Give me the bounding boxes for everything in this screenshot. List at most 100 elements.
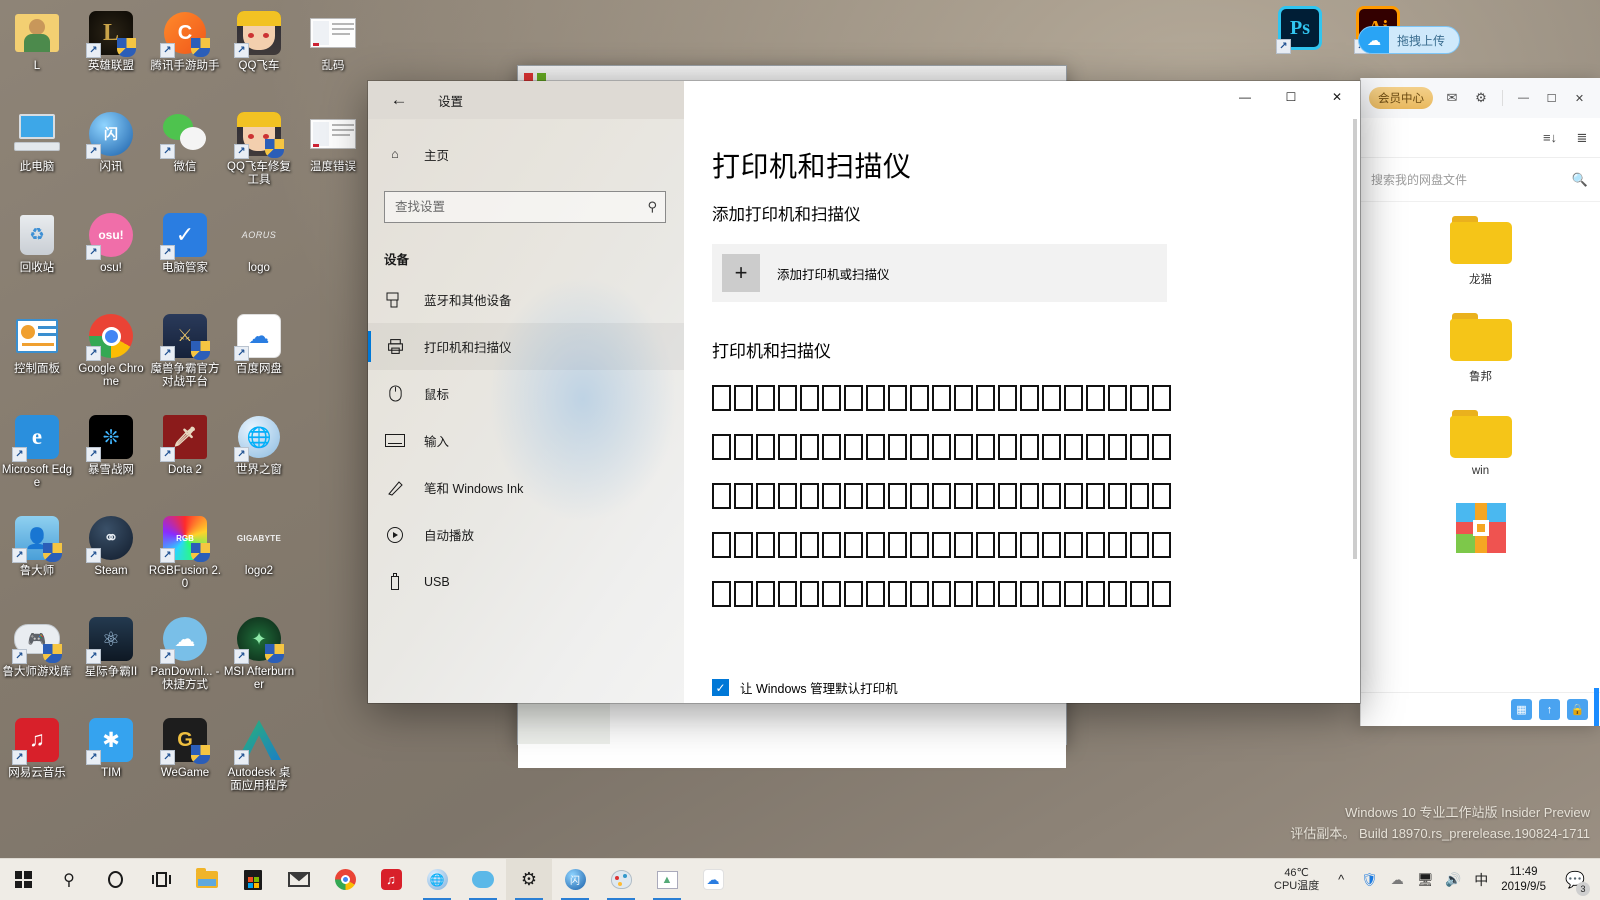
settings-main-pane[interactable]: 打印机和扫描仪 添加打印机和扫描仪 + 添加打印机或扫描仪 打印机和扫描仪 ✓ …: [684, 119, 1360, 703]
ime-indicator[interactable]: 中: [1467, 859, 1495, 900]
desktop-icon[interactable]: ✦MSI Afterburner: [222, 610, 296, 711]
desktop-icon[interactable]: 🗡Dota 2: [148, 408, 222, 509]
scrollbar-thumb[interactable]: [1353, 119, 1357, 559]
show-hidden-icons-chevron[interactable]: ^: [1327, 859, 1355, 900]
desktop-icon[interactable]: QQ飞车修复工具: [222, 105, 296, 206]
desktop-icon[interactable]: Google Chrome: [74, 307, 148, 408]
sidebar-item-4[interactable]: 输入: [368, 417, 684, 464]
netdisk-file-item[interactable]: win: [1361, 410, 1600, 477]
desktop-icon[interactable]: osu!osu!: [74, 206, 148, 307]
scrollbar-thumb[interactable]: [1594, 688, 1599, 726]
sidebar-item-5[interactable]: 笔和 Windows Ink: [368, 464, 684, 511]
minimize-button[interactable]: —: [1222, 81, 1268, 113]
sidebar-item-2[interactable]: 打印机和扫描仪: [368, 323, 684, 370]
taskbar-baidu-netdisk[interactable]: [460, 859, 506, 900]
desktop-icon[interactable]: 🎮鲁大师游戏库: [0, 610, 74, 711]
search-input[interactable]: [1371, 172, 1564, 187]
desktop-icon[interactable]: ⚛星际争霸II: [74, 610, 148, 711]
netdisk-file-item[interactable]: 鲁邦: [1361, 313, 1600, 384]
desktop-icon[interactable]: GWeGame: [148, 711, 222, 812]
desktop-icon[interactable]: ✓电脑管家: [148, 206, 222, 307]
printer-list-item[interactable]: [712, 532, 1338, 558]
search-icon[interactable]: ⚲: [647, 199, 657, 215]
desktop-icon[interactable]: 👤鲁大师: [0, 509, 74, 610]
baidu-search-bar[interactable]: 🔍: [1361, 158, 1600, 202]
printer-list-item[interactable]: [712, 483, 1338, 509]
taskbar-microsoft-store[interactable]: [230, 859, 276, 900]
printer-list-item[interactable]: [712, 385, 1338, 411]
sort-icon[interactable]: ≡↓: [1540, 128, 1560, 148]
baidu-bottom-bar[interactable]: ▦ ↑ 🔒: [1361, 692, 1600, 726]
taskbar-mail[interactable]: [276, 859, 322, 900]
desktop-icon[interactable]: ♻ 回收站: [0, 206, 74, 307]
settings-titlebar[interactable]: ← 设置 — ☐ ✕: [368, 81, 1360, 119]
desktop-icon[interactable]: 控制面板: [0, 307, 74, 408]
desktop-icon[interactable]: ❊暴雪战网: [74, 408, 148, 509]
maximize-button[interactable]: ☐: [1542, 85, 1561, 111]
network-icon[interactable]: 🖥: [1411, 859, 1439, 900]
desktop-icon[interactable]: C腾讯手游助手: [148, 4, 222, 105]
desktop-icon[interactable]: ⚭Steam: [74, 509, 148, 610]
baidu-titlebar[interactable]: 会员中心 ✉ ⚙ — ☐ ✕: [1361, 78, 1600, 118]
desktop-icon[interactable]: ✱TIM: [74, 711, 148, 812]
drag-upload-pill[interactable]: ☁ 拖拽上传: [1358, 26, 1461, 54]
desktop-icon[interactable]: ☁百度网盘: [222, 307, 296, 408]
baidu-netdisk-window[interactable]: 会员中心 ✉ ⚙ — ☐ ✕ ≡↓ ≣ 🔍 龙猫鲁邦 win ▦ ↑ 🔒: [1360, 78, 1600, 726]
taskbar-chrome[interactable]: [322, 859, 368, 900]
taskbar-theworld-browser[interactable]: 🌐: [414, 859, 460, 900]
minimize-button[interactable]: —: [1514, 85, 1533, 111]
taskbar-search-button[interactable]: ⚲: [46, 859, 92, 900]
taskbar-tray-area[interactable]: 46℃ CPU温度 ^ 🛡 ☁ 🖥 🔊 中 11:49 2019/9/5 💬 3: [1266, 859, 1600, 900]
action-center-button[interactable]: 💬 3: [1556, 859, 1594, 900]
search-input[interactable]: [395, 200, 648, 214]
desktop-icon-photoshop[interactable]: Ps: [1276, 6, 1324, 54]
desktop[interactable]: LL英雄联盟C腾讯手游助手QQ飞车乱码此电脑闪闪讯微信QQ飞车修复工具温度错误 ♻…: [0, 0, 1600, 900]
checkbox[interactable]: ✓: [712, 679, 729, 696]
manage-default-printer-row[interactable]: ✓ 让 Windows 管理默认打印机: [712, 678, 898, 697]
settings-window[interactable]: ← 设置 — ☐ ✕ ⌂ 主页 ⚲ 设备 蓝牙和其他设备打印机和扫描仪鼠: [368, 81, 1360, 703]
back-arrow-icon[interactable]: ←: [382, 85, 416, 115]
lock-icon[interactable]: 🔒: [1567, 699, 1588, 720]
desktop-icon[interactable]: L: [0, 4, 74, 105]
taskbar-task-view-button[interactable]: [138, 859, 184, 900]
taskbar-start-button[interactable]: [0, 859, 46, 900]
desktop-icon[interactable]: QQ飞车: [222, 4, 296, 105]
taskbar-shanxun[interactable]: 闪: [552, 859, 598, 900]
taskbar-clock[interactable]: 11:49 2019/9/5: [1495, 865, 1556, 895]
taskbar-photos[interactable]: ▲: [644, 859, 690, 900]
desktop-icon[interactable]: Autodesk 桌面应用程序: [222, 711, 296, 812]
printer-list-item[interactable]: [712, 581, 1338, 607]
taskbar-cortana-button[interactable]: [92, 859, 138, 900]
desktop-icon[interactable]: 微信: [148, 105, 222, 206]
onedrive-cloud-icon[interactable]: ☁: [1383, 859, 1411, 900]
search-icon[interactable]: 🔍: [1570, 170, 1590, 190]
desktop-icon[interactable]: eMicrosoft Edge: [0, 408, 74, 509]
taskbar-baidu-cloud[interactable]: ☁: [690, 859, 736, 900]
settings-sidebar[interactable]: ⌂ 主页 ⚲ 设备 蓝牙和其他设备打印机和扫描仪鼠标输入笔和 Windows I…: [368, 119, 684, 703]
netdisk-file-item[interactable]: [1361, 503, 1600, 553]
taskbar-settings[interactable]: ⚙: [506, 858, 552, 900]
desktop-icon[interactable]: 温度错误: [296, 105, 370, 206]
baidu-toolbar[interactable]: ≡↓ ≣: [1361, 118, 1600, 158]
sidebar-item-7[interactable]: USB: [368, 558, 684, 605]
desktop-icon[interactable]: 乱码: [296, 4, 370, 105]
sidebar-item-3[interactable]: 鼠标: [368, 370, 684, 417]
sidebar-item-6[interactable]: 自动播放: [368, 511, 684, 558]
volume-icon[interactable]: 🔊: [1439, 859, 1467, 900]
desktop-icon[interactable]: AORUS logo: [222, 206, 296, 307]
sidebar-item-home[interactable]: ⌂ 主页: [368, 135, 684, 173]
desktop-icon[interactable]: ♫网易云音乐: [0, 711, 74, 812]
sidebar-item-1[interactable]: 蓝牙和其他设备: [368, 276, 684, 323]
mail-icon[interactable]: ✉: [1442, 88, 1462, 108]
desktop-icon[interactable]: 此电脑: [0, 105, 74, 206]
baidu-file-list[interactable]: 龙猫 鲁邦 win: [1361, 202, 1600, 692]
desktop-icon[interactable]: 闪闪讯: [74, 105, 148, 206]
baidu-scrollbar[interactable]: [1593, 78, 1600, 726]
desktop-icon[interactable]: L英雄联盟: [74, 4, 148, 105]
taskbar-file-explorer[interactable]: [184, 859, 230, 900]
grid-view-icon[interactable]: ▦: [1511, 699, 1532, 720]
taskbar-netease-music[interactable]: ♫: [368, 859, 414, 900]
close-button[interactable]: ✕: [1314, 81, 1360, 113]
close-button[interactable]: ✕: [1570, 85, 1589, 111]
maximize-button[interactable]: ☐: [1268, 81, 1314, 113]
